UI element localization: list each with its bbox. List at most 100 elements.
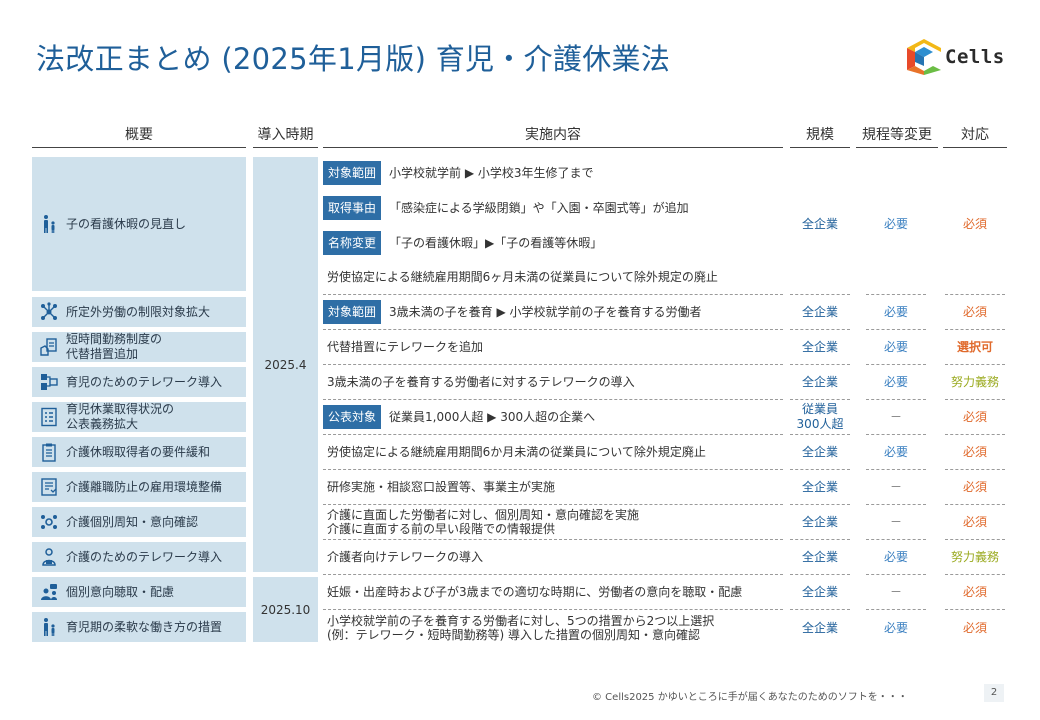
rules-value: － — [889, 514, 902, 529]
content-row: 3歳未満の子を養育する労働者に対するテレワークの導入 — [323, 367, 783, 397]
scale-value: 全企業 — [801, 479, 838, 494]
overview-label: 子の看護休暇の見直し — [66, 216, 187, 231]
cells-logo-icon — [907, 39, 941, 75]
response-value: 努力義務 — [950, 374, 999, 389]
row-separator — [323, 329, 783, 330]
response-value: 必須 — [962, 584, 987, 599]
overview-label: 短時間勤務制度の 代替措置追加 — [66, 332, 163, 361]
header-scale: 規模 — [790, 122, 850, 148]
row-separator — [323, 434, 783, 435]
brand-logo: Cells — [906, 38, 1005, 76]
overview-label: 所定外労働の制限対象拡大 — [66, 304, 211, 319]
content-tag: 対象範囲 — [323, 300, 382, 324]
header-overview: 概要 — [32, 122, 246, 148]
content-row: 労使協定による継続雇用期間6ヶ月未満の従業員について除外規定の廃止 — [323, 263, 783, 291]
row-separator — [866, 329, 926, 330]
overview-label: 介護休暇取得者の要件緩和 — [66, 444, 211, 459]
content-tag: 取得事由 — [323, 196, 382, 220]
page-number: 2 — [984, 684, 1004, 702]
overview-label: 介護離職防止の雇用環境整備 — [66, 479, 223, 494]
date-cell-2025-10: 2025.10 — [253, 577, 318, 642]
content-text: 3歳未満の子を養育する労働者に対するテレワークの導入 — [327, 375, 635, 389]
row-separator — [945, 294, 1005, 295]
response-value: 選択可 — [956, 339, 993, 354]
row-separator — [790, 504, 850, 505]
content-text: 介護に直面した労働者に対し、個別周知・意向確認を実施 介護に直面する前の早い段階… — [327, 508, 640, 536]
scale-value: 全企業 — [801, 444, 838, 459]
row-separator — [945, 329, 1005, 330]
content-row: 介護に直面した労働者に対し、個別周知・意向確認を実施 介護に直面する前の早い段階… — [323, 507, 783, 537]
row-separator — [323, 504, 783, 505]
row-separator — [866, 434, 926, 435]
content-text: 労使協定による継続雇用期間6か月未満の従業員について除外規定廃止 — [327, 445, 706, 459]
rules-value: 必要 — [883, 620, 908, 635]
response-value: 必須 — [962, 216, 987, 231]
content-text: 代替措置にテレワークを追加 — [327, 340, 484, 354]
response-value: 必須 — [962, 409, 987, 424]
content-row: 対象範囲 3歳未満の子を養育 ▶ 小学校就学前の子を養育する労働者 — [323, 299, 783, 325]
person-laptop-icon — [32, 547, 62, 567]
scale-value: 従業員 300人超 — [796, 402, 844, 431]
rules-value: 必要 — [883, 339, 908, 354]
content-row: 代替措置にテレワークを追加 — [323, 332, 783, 362]
rules-value: 必要 — [883, 444, 908, 459]
content-row: 小学校就学前の子を養育する労働者に対し、5つの措置から2つ以上選択 (例：テレワ… — [323, 612, 783, 644]
hand-document-icon — [32, 337, 62, 357]
row-separator — [945, 539, 1005, 540]
overview-cell-11: 育児期の柔軟な働き方の措置 — [32, 612, 246, 642]
content-text: 研修実施・相談窓口設置等、事業主が実施 — [327, 480, 556, 494]
row-separator — [945, 399, 1005, 400]
response-value: 努力義務 — [950, 549, 999, 564]
brand-name: Cells — [945, 46, 1005, 68]
scale-value: 全企業 — [801, 549, 838, 564]
row-separator — [790, 399, 850, 400]
response-value: 必須 — [962, 620, 987, 635]
row-separator — [323, 539, 783, 540]
overview-cell-10: 個別意向聴取・配慮 — [32, 577, 246, 607]
clipboard-icon — [32, 442, 62, 462]
row-separator — [866, 469, 926, 470]
row-separator — [790, 434, 850, 435]
row-separator — [945, 574, 1005, 575]
row-separator — [323, 574, 783, 575]
response-value: 必須 — [962, 444, 987, 459]
row-separator — [945, 504, 1005, 505]
rules-value: 必要 — [883, 549, 908, 564]
header-rules: 規程等変更 — [856, 122, 938, 148]
row-separator — [323, 469, 783, 470]
content-row: 取得事由 「感染症による学級閉鎖」や「入園・卒園式等」が追加 — [323, 195, 783, 221]
date-cell-2025-4: 2025.4 — [253, 157, 318, 572]
content-tag: 対象範囲 — [323, 161, 382, 185]
content-text: 従業員1,000人超 ▶ 300人超の企業へ — [389, 410, 596, 424]
content-row: 対象範囲 小学校就学前 ▶ 小学校3年生修了まで — [323, 160, 783, 186]
telework-icon — [32, 372, 62, 392]
rules-value: 必要 — [883, 216, 908, 231]
row-separator — [790, 574, 850, 575]
overview-label: 育児休業取得状況の 公表義務拡大 — [66, 402, 175, 431]
row-separator — [866, 504, 926, 505]
row-separator — [323, 609, 783, 610]
scale-value: 全企業 — [801, 514, 838, 529]
row-separator — [790, 539, 850, 540]
rules-value: － — [889, 584, 902, 599]
overview-label: 個別意向聴取・配慮 — [66, 584, 175, 599]
row-separator — [945, 434, 1005, 435]
row-separator — [866, 294, 926, 295]
row-separator — [790, 294, 850, 295]
row-separator — [790, 609, 850, 610]
row-separator — [866, 574, 926, 575]
row-separator — [790, 469, 850, 470]
scale-value: 全企業 — [801, 216, 838, 231]
header-content: 実施内容 — [323, 122, 783, 148]
content-tag: 公表対象 — [323, 405, 382, 429]
content-row: 労使協定による継続雇用期間6か月未満の従業員について除外規定廃止 — [323, 437, 783, 467]
overview-cell-3: 短時間勤務制度の 代替措置追加 — [32, 332, 246, 362]
response-value: 必須 — [962, 479, 987, 494]
overview-cell-7: 介護離職防止の雇用環境整備 — [32, 472, 246, 502]
response-value: 必須 — [962, 304, 987, 319]
row-separator — [945, 364, 1005, 365]
page-title: 法改正まとめ (2025年1月版) 育児・介護休業法 — [36, 42, 671, 76]
row-separator — [866, 609, 926, 610]
overview-cell-5: 育児休業取得状況の 公表義務拡大 — [32, 402, 246, 432]
content-row: 介護者向けテレワークの導入 — [323, 542, 783, 572]
